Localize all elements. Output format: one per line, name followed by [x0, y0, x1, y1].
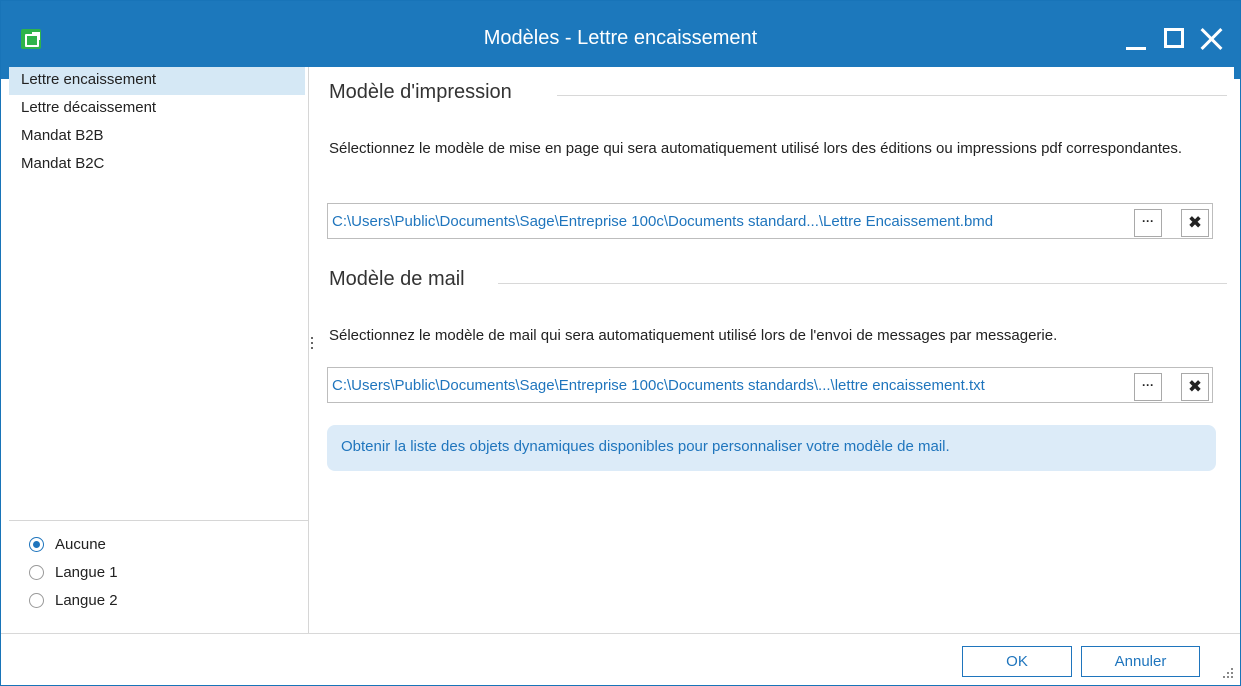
maximize-icon [1164, 28, 1184, 48]
list-item-lettre-encaissement[interactable]: Lettre encaissement [9, 67, 305, 95]
mail-template-path-text: C:\Users\Public\Documents\Sage\Entrepris… [332, 377, 985, 394]
mail-section-description: Sélectionnez le modèle de mail qui sera … [329, 327, 1058, 344]
print-template-browse-button[interactable]: ··· [1134, 209, 1162, 237]
cancel-button[interactable]: Annuler [1081, 646, 1200, 677]
print-template-path[interactable]: C:\Users\Public\Documents\Sage\Entrepris… [327, 203, 1213, 239]
radio-checked-icon[interactable] [29, 537, 44, 552]
list-item-label: Lettre décaissement [21, 99, 157, 116]
radio-label: Langue 2 [55, 592, 118, 609]
pane-splitter[interactable] [309, 67, 317, 633]
resize-grip-icon[interactable] [1223, 668, 1233, 678]
ok-button[interactable]: OK [962, 646, 1072, 677]
maximize-button[interactable] [1157, 19, 1191, 59]
language-options: Aucune Langue 1 Langue 2 [9, 520, 309, 633]
print-section-title: Modèle d'impression [329, 81, 512, 103]
list-item-label: Mandat B2C [21, 155, 105, 172]
radio-label: Langue 1 [55, 564, 118, 581]
section-divider [498, 283, 1227, 284]
radio-icon[interactable] [29, 565, 44, 580]
list-item-mandat-b2c[interactable]: Mandat B2C [9, 151, 305, 179]
minimize-icon [1126, 47, 1146, 50]
mail-template-path[interactable]: C:\Users\Public\Documents\Sage\Entrepris… [327, 367, 1213, 403]
dialog-footer: OK Annuler [1, 633, 1240, 685]
mail-template-browse-button[interactable]: ··· [1134, 373, 1162, 401]
close-button[interactable] [1194, 19, 1228, 59]
section-divider [557, 95, 1227, 96]
list-item-mandat-b2b[interactable]: Mandat B2B [9, 123, 305, 151]
minimize-button[interactable] [1119, 19, 1153, 59]
list-item-lettre-decaissement[interactable]: Lettre décaissement [9, 95, 305, 123]
clear-icon: ✖ [1187, 213, 1203, 232]
splitter-grip-icon [311, 335, 315, 355]
print-template-path-text: C:\Users\Public\Documents\Sage\Entrepris… [332, 213, 994, 230]
print-section-description: Sélectionnez le modèle de mise en page q… [329, 140, 1182, 157]
clear-icon: ✖ [1187, 377, 1203, 396]
window-title: Modèles - Lettre encaissement [483, 27, 758, 49]
print-template-clear-button[interactable]: ✖ [1181, 209, 1209, 237]
radio-icon[interactable] [29, 593, 44, 608]
mail-template-clear-button[interactable]: ✖ [1181, 373, 1209, 401]
list-item-label: Mandat B2B [21, 127, 104, 144]
template-settings-pane: Modèle d'impression Sélectionnez le modè… [317, 67, 1234, 633]
dynamic-objects-link[interactable]: Obtenir la liste des objets dynamiques d… [327, 425, 1216, 471]
mail-section-title: Modèle de mail [329, 268, 465, 290]
radio-label: Aucune [55, 536, 106, 553]
template-dialog: Modèles - Lettre encaissement Lettre enc… [0, 0, 1241, 686]
list-item-label: Lettre encaissement [21, 71, 157, 88]
